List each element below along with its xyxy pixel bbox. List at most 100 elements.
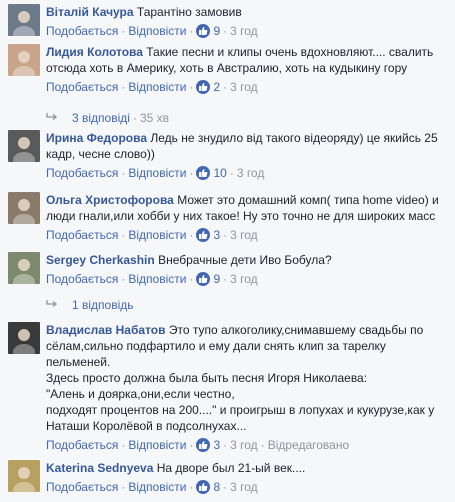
separator-dot: · — [121, 24, 126, 38]
comment-author-link[interactable]: Владислав Набатов — [46, 323, 166, 337]
separator-dot: · — [121, 166, 126, 180]
comment-time[interactable]: 3 год — [230, 480, 258, 494]
like-count-value: 3 — [213, 438, 221, 452]
comment-text: Katerina Sednyeva На дворе был 21-ый век… — [46, 460, 447, 476]
reply-arrow-icon — [46, 297, 60, 313]
separator-dot: · — [121, 272, 126, 286]
separator-dot: · — [223, 272, 228, 286]
comment-text-line: Katerina Sednyeva На дворе был 21-ый век… — [46, 460, 447, 476]
like-count[interactable]: 3 — [196, 438, 220, 452]
comment-time[interactable]: 3 год — [230, 438, 258, 452]
separator-dot: · — [132, 111, 137, 125]
comment-time[interactable]: 3 год — [237, 166, 265, 180]
comment-body: Katerina Sednyeva На дворе был 21-ый век… — [46, 460, 447, 495]
comment-text-segment: Может это домашний комп( типа home video… — [177, 193, 439, 207]
comment-time[interactable]: 3 год — [230, 228, 258, 242]
like-count[interactable]: 8 — [196, 480, 220, 494]
thumbs-up-icon — [196, 80, 211, 94]
comment-text-line: Лидия Колотова Такие песни и клипы очень… — [46, 44, 447, 60]
comment-author-link[interactable]: Ольга Христофорова — [46, 193, 174, 207]
separator-dot: · — [223, 80, 228, 94]
comment-body: Ирина Федорова Ледь не знудило від таког… — [46, 130, 447, 181]
like-button[interactable]: Подобається — [46, 272, 118, 286]
reply-button[interactable]: Відповісти — [128, 480, 186, 494]
separator-dot: · — [189, 438, 194, 452]
like-count[interactable]: 9 — [196, 272, 220, 286]
comment-author-link[interactable]: Sergey Cherkashin — [46, 253, 155, 267]
reply-button[interactable]: Відповісти — [128, 166, 186, 180]
like-button[interactable]: Подобається — [46, 166, 118, 180]
comment-time[interactable]: 3 год — [230, 272, 258, 286]
like-button[interactable]: Подобається — [46, 228, 118, 242]
like-count-value: 2 — [213, 80, 221, 94]
comment-actions: Подобається · Відповісти · 3 · 3 год — [46, 227, 447, 243]
avatar[interactable] — [8, 44, 40, 76]
thumbs-up-icon — [196, 228, 211, 242]
reply-button[interactable]: Відповісти — [128, 24, 186, 38]
like-button[interactable]: Подобається — [46, 480, 118, 494]
like-count-value: 9 — [213, 24, 221, 38]
like-button[interactable]: Подобається — [46, 24, 118, 38]
comment-time[interactable]: 3 год — [230, 24, 258, 38]
avatar[interactable] — [8, 4, 40, 36]
avatar[interactable] — [8, 322, 40, 354]
like-button[interactable]: Подобається — [46, 438, 118, 452]
separator-dot: · — [121, 80, 126, 94]
comment-text-line: Наташи Королёвой в подсолнухах... — [46, 419, 247, 433]
view-replies-link[interactable]: 1 відповідь — [46, 297, 134, 313]
comment-text-line: Sergey Cherkashin Внебрачные дети Иво Бо… — [46, 252, 447, 268]
like-count[interactable]: 10 — [196, 166, 227, 180]
like-count-value: 8 — [213, 480, 221, 494]
replies-count[interactable]: 1 відповідь — [72, 298, 134, 312]
edited-label[interactable]: Відредаговано — [268, 438, 349, 452]
view-replies-link[interactable]: 3 відповіді · 35 хв — [46, 110, 169, 126]
thumbs-up-icon — [196, 480, 211, 494]
separator-dot: · — [189, 480, 194, 494]
avatar[interactable] — [8, 460, 40, 492]
avatar[interactable] — [8, 252, 40, 284]
reply-button[interactable]: Відповісти — [128, 80, 186, 94]
separator-dot: · — [223, 480, 228, 494]
comment-author-link[interactable]: Ирина Федорова — [46, 131, 147, 145]
comment-actions: Подобається · Відповісти · 10 · 3 год — [46, 165, 447, 181]
comment-body: Віталій Качура Тарантіно замовив Подобаєт… — [46, 4, 447, 39]
separator-dot: · — [121, 480, 126, 494]
reply-button[interactable]: Відповісти — [128, 228, 186, 242]
comment-body: Ольга Христофорова Может это домашний ко… — [46, 192, 447, 243]
reply-button[interactable]: Відповісти — [128, 272, 186, 286]
avatar[interactable] — [8, 192, 40, 224]
like-count-value: 9 — [213, 272, 221, 286]
reply-button[interactable]: Відповісти — [128, 438, 186, 452]
separator-dot: · — [189, 272, 194, 286]
replies-count[interactable]: 3 відповіді — [72, 111, 130, 125]
comment-text-segment: Внебрачные дети Иво Бобула? — [158, 253, 332, 267]
thumbs-up-icon — [196, 24, 211, 38]
comment-actions: Подобається · Відповісти · 3 · 3 год · Відредаго… — [46, 437, 447, 453]
comment-text: Sergey Cherkashin Внебрачные дети Иво Бо… — [46, 252, 447, 268]
comment-text: Віталій Качура Тарантіно замовив — [46, 4, 447, 20]
comment-text-line: отсюда хоть в Америку, хоть в Австралию,… — [46, 61, 408, 75]
like-count[interactable]: 2 — [196, 80, 220, 94]
like-button[interactable]: Подобається — [46, 80, 118, 94]
comment-text-line: подходят процентов на 200...." и проигры… — [46, 403, 435, 417]
thumbs-up-icon — [196, 166, 211, 180]
comment-author-link[interactable]: Віталій Качура — [46, 5, 134, 19]
like-count[interactable]: 9 — [196, 24, 220, 38]
separator-dot: · — [189, 166, 194, 180]
comment-author-link[interactable]: Лидия Колотова — [46, 45, 143, 59]
comment-actions: Подобається · Відповісти · 8 · 3 год — [46, 479, 447, 495]
comment-time[interactable]: 3 год — [230, 80, 258, 94]
comment-body: Лидия Колотова Такие песни и клипы очень… — [46, 44, 447, 95]
separator-dot: · — [121, 438, 126, 452]
comment-body: Владислав Набатов Это тупо алкоголику,сн… — [46, 322, 447, 453]
comments-feed: Віталій Качура Тарантіно замовив Подобаєт… — [0, 0, 455, 502]
comment-author-link[interactable]: Katerina Sednyeva — [46, 461, 153, 475]
comment-text-line: сёлам,сильно подфартило и ему дали снять… — [46, 339, 386, 353]
comment-actions: Подобається · Відповісти · 9 · 3 год — [46, 271, 447, 287]
comment-text-line: Здесь просто должна была быть песня Игор… — [46, 371, 368, 385]
avatar[interactable] — [8, 130, 40, 162]
reply-arrow-icon — [46, 110, 60, 126]
like-count-value: 3 — [213, 228, 221, 242]
like-count[interactable]: 3 — [196, 228, 220, 242]
comment-text-line: Віталій Качура Тарантіно замовив — [46, 4, 447, 20]
